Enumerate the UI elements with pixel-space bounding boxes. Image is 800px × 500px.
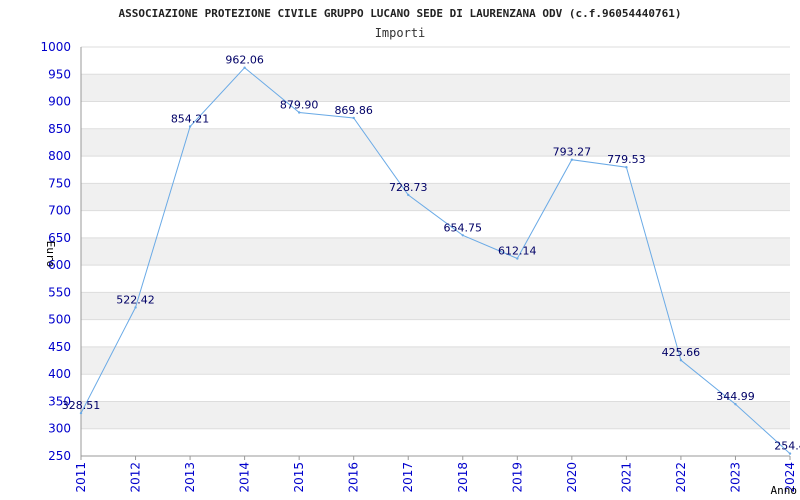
x-tick-label: 2019 [510,462,524,493]
x-tick-label: 2022 [674,462,688,493]
x-tick-label: 2012 [129,462,143,493]
data-label: 344.99 [716,390,755,403]
x-tick-label: 2020 [565,462,579,493]
data-point [134,306,137,309]
data-point [570,158,574,161]
data-label: 425.66 [662,346,701,359]
grid-band [81,265,790,293]
y-tick-label: 750 [48,176,71,190]
y-tick-label: 950 [48,67,71,81]
y-tick-label: 1000 [40,40,71,54]
data-point [407,193,410,197]
grid-band [81,74,790,102]
data-label: 779.53 [607,153,646,166]
y-tick-label: 550 [48,285,71,299]
x-tick-label: 2023 [728,462,742,493]
grid-band [81,319,790,347]
data-point [79,411,83,415]
data-label: 254.4 [774,440,800,453]
data-label: 522.42 [116,293,155,306]
data-point [461,234,464,237]
data-point [516,257,519,260]
x-tick-label: 2021 [619,462,633,493]
data-label: 654.75 [444,221,483,234]
data-label: 854.21 [171,113,210,126]
data-point [734,402,737,406]
x-tick-label: 2015 [292,462,306,493]
y-axis-label: Euro [44,241,57,268]
chart-title: ASSOCIAZIONE PROTEZIONE CIVILE GRUPPO LU… [119,7,682,20]
chart-subtitle: Importi [375,26,426,40]
x-tick-label: 2016 [347,462,361,493]
data-point [188,125,192,128]
grid-bands [81,47,790,456]
x-tick-label: 2018 [456,462,470,493]
y-tick-label: 800 [48,149,71,163]
y-tick-label: 500 [48,313,71,327]
y-tick-label: 400 [48,367,71,381]
x-axis-label: Anno [771,484,798,497]
data-label: 328.51 [62,399,101,412]
grid-band [81,401,790,429]
y-tick-label: 250 [48,449,71,463]
y-tick-label: 450 [48,340,71,354]
y-tick-label: 700 [48,204,71,218]
x-tick-label: 2014 [238,462,252,493]
y-tick-label: 900 [48,95,71,109]
data-point [352,116,355,120]
y-tick-label: 300 [48,422,71,436]
x-tick-label: 2017 [401,462,415,493]
grid-band [81,47,790,75]
data-point [625,166,628,169]
grid-band [81,237,790,266]
grid-band [81,128,790,157]
data-label: 879.90 [280,98,319,111]
grid-band [81,183,790,211]
data-label: 793.27 [553,146,592,159]
data-label: 612.14 [498,245,537,258]
data-label: 728.73 [389,181,428,194]
x-tick-labels: 2011 2012 2013 2014 2015 2016 2017 2018 2019 2020… [74,462,797,493]
data-point [243,66,246,69]
grid-band [81,374,790,402]
x-tick-label: 2011 [74,462,88,493]
data-point [297,111,301,114]
y-tick-label: 850 [48,122,71,136]
grid-band [81,292,790,320]
line-chart: 2503003504004505005506006507007508008509… [40,7,800,497]
data-label: 962.06 [225,54,264,67]
data-point [679,359,683,362]
grid-band [81,428,790,456]
grid-band [81,156,790,184]
x-tick-label: 2013 [183,462,197,493]
data-label: 869.86 [334,104,373,117]
data-point [788,452,792,455]
